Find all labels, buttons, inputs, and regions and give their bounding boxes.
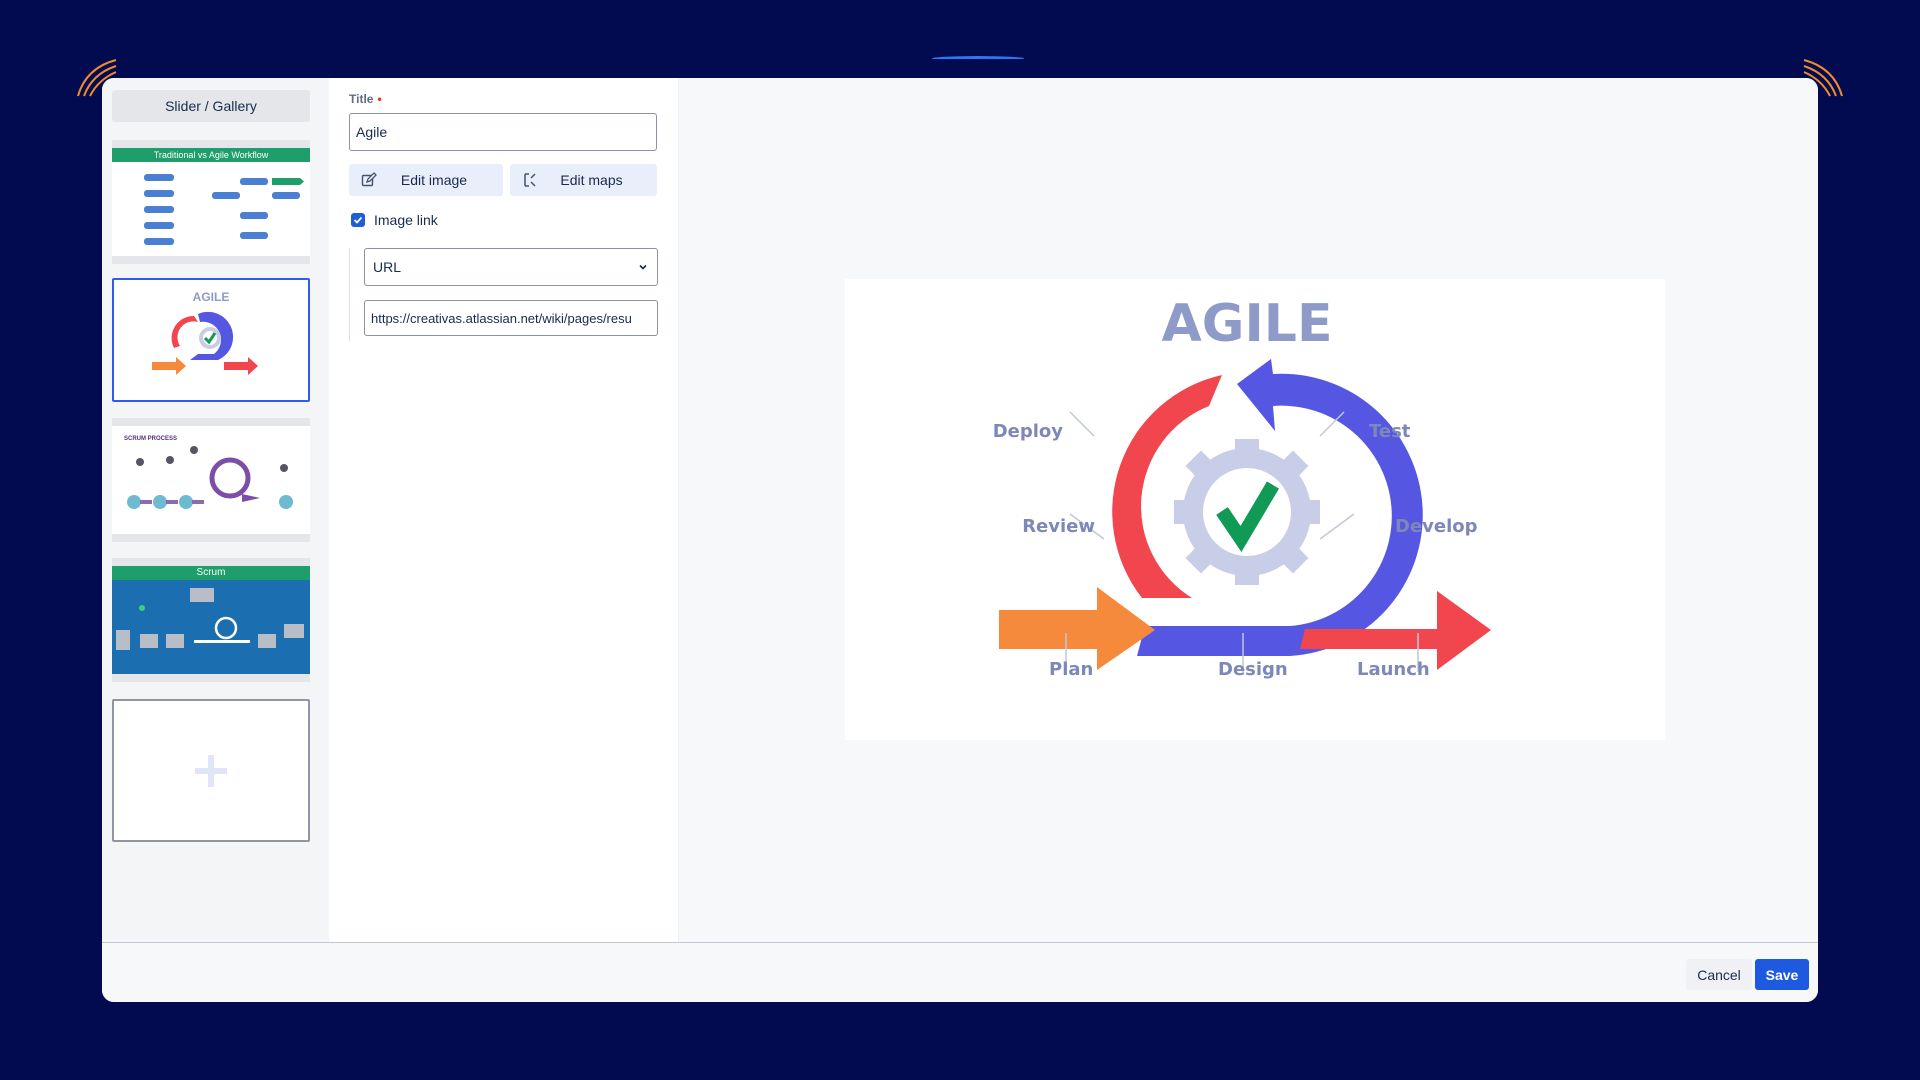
- stage-label-review: Review: [1022, 516, 1095, 537]
- image-link-checkbox[interactable]: [351, 213, 365, 227]
- top-indicator: [932, 56, 1024, 61]
- cancel-button[interactable]: Cancel: [1686, 959, 1752, 990]
- edit-maps-button[interactable]: Edit maps: [510, 164, 657, 196]
- slide-thumbnail-2[interactable]: AGILE: [112, 278, 310, 402]
- add-slide-button[interactable]: [112, 699, 310, 842]
- scrum-process-diagram: [127, 446, 293, 509]
- save-button[interactable]: Save: [1755, 959, 1809, 990]
- link-type-value: URL: [373, 259, 402, 275]
- plus-icon: [195, 754, 227, 787]
- image-link-row: Image link: [351, 212, 438, 228]
- checkmark-icon: [353, 216, 363, 224]
- stage-label-test: Test: [1369, 421, 1411, 442]
- required-indicator: •: [377, 92, 382, 106]
- agile-cycle-graphic: AGILE Deploy Test Review Develop Plan De…: [993, 294, 1491, 680]
- scrum-diagram: [116, 588, 304, 650]
- stage-label-design: Design: [1218, 659, 1288, 680]
- slide-thumbnail-3[interactable]: SCRUM PROCESS: [112, 418, 310, 542]
- link-group-divider: [349, 248, 350, 342]
- title-input[interactable]: [349, 113, 657, 151]
- agile-title: AGILE: [1162, 294, 1333, 354]
- image-map-icon: [524, 173, 536, 187]
- title-label-text: Title: [349, 92, 374, 106]
- title-label: Title •: [349, 92, 382, 106]
- url-input[interactable]: [364, 300, 658, 336]
- edit-icon: [361, 172, 377, 187]
- sidebar-title: Slider / Gallery: [112, 90, 310, 122]
- stage-label-develop: Develop: [1395, 516, 1478, 537]
- image-preview-area: AGILE Deploy Test Review Develop Plan De…: [679, 78, 1818, 942]
- slide-thumbnail-1[interactable]: Traditional vs Agile Workflow: [112, 140, 310, 264]
- editor-modal: Slider / Gallery Traditional vs Agile Wo…: [102, 78, 1818, 1002]
- slide-thumbnail-4[interactable]: Scrum: [112, 558, 310, 682]
- chevron-down-icon: [639, 264, 647, 270]
- agile-preview-image: AGILE Deploy Test Review Develop Plan De…: [845, 279, 1665, 740]
- stage-label-plan: Plan: [1049, 659, 1093, 680]
- slide-settings-panel: Title• Edit image Edit maps Image link: [329, 78, 679, 942]
- modal-footer: Cancel Save: [102, 942, 1818, 1002]
- link-type-select[interactable]: URL: [364, 248, 658, 286]
- slides-sidebar: Slider / Gallery Traditional vs Agile Wo…: [102, 78, 329, 942]
- workflow-diagram: [144, 174, 304, 245]
- agile-cycle-mini: [152, 311, 258, 375]
- image-link-label: Image link: [374, 212, 438, 228]
- edit-image-button[interactable]: Edit image: [349, 164, 503, 196]
- stage-label-launch: Launch: [1357, 659, 1430, 680]
- stage-label-deploy: Deploy: [993, 421, 1064, 442]
